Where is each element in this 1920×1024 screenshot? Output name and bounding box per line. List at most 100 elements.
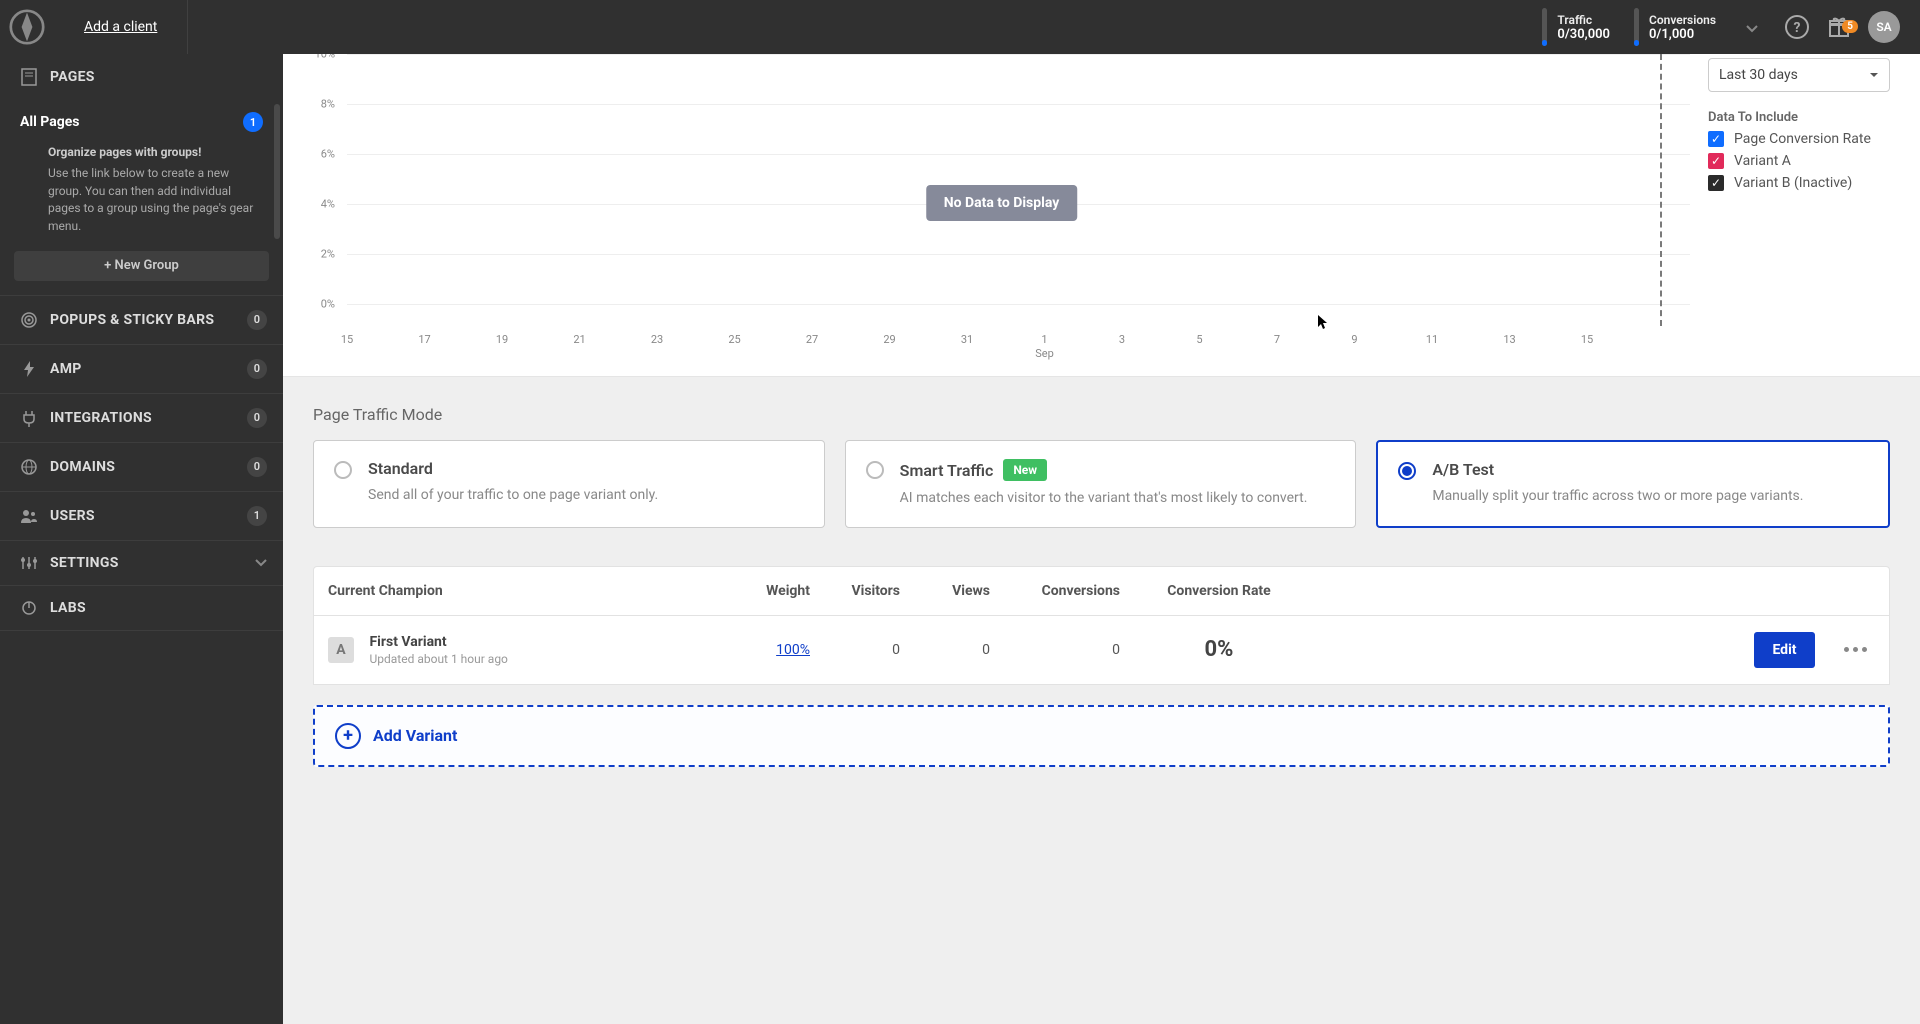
sidebar-item-integrations[interactable]: INTEGRATIONS 0 bbox=[0, 394, 283, 442]
sidebar: PAGES All Pages 1 Organize pages with gr… bbox=[0, 54, 283, 1024]
add-variant-button[interactable]: + Add Variant bbox=[313, 705, 1890, 767]
chevron-down-icon bbox=[255, 555, 267, 571]
yaxis-tick: 10% bbox=[315, 54, 335, 61]
cell-rate: 0% bbox=[1205, 637, 1234, 662]
svg-text:?: ? bbox=[1794, 20, 1801, 36]
traffic-mode-title: Page Traffic Mode bbox=[313, 405, 1890, 424]
th-views: Views bbox=[914, 567, 1004, 615]
month-label: Sep bbox=[1035, 347, 1054, 360]
sidebar-item-label: AMP bbox=[50, 361, 247, 377]
conversions-bar-icon bbox=[1634, 8, 1639, 46]
xaxis-tick: 27 bbox=[806, 333, 818, 346]
metrics-dropdown-icon[interactable] bbox=[1746, 18, 1758, 37]
conversions-label: Conversions bbox=[1649, 13, 1716, 27]
th-champion: Current Champion bbox=[314, 567, 734, 615]
date-range-value: Last 30 days bbox=[1719, 67, 1798, 83]
data-include-label: Data To Include bbox=[1708, 110, 1890, 125]
xaxis-tick: 23 bbox=[651, 333, 663, 346]
new-group-button[interactable]: + New Group bbox=[14, 251, 269, 281]
conversions-metric: Conversions 0/1,000 bbox=[1622, 0, 1728, 54]
include-checkbox-row[interactable]: ✓ Page Conversion Rate bbox=[1708, 131, 1890, 147]
weight-link[interactable]: 100% bbox=[776, 642, 810, 658]
xaxis-tick: 9 bbox=[1351, 333, 1357, 346]
traffic-bar-icon bbox=[1542, 8, 1547, 46]
checkbox-icon: ✓ bbox=[1708, 131, 1724, 147]
chart-area: 10% 8% 6% 4% 2% 0% 1517192123252729311Se… bbox=[283, 54, 1920, 377]
date-range-select[interactable]: Last 30 days bbox=[1708, 58, 1890, 92]
new-badge: New bbox=[1003, 459, 1047, 481]
domains-count: 0 bbox=[247, 457, 267, 477]
conversions-value: 0/1,000 bbox=[1649, 27, 1716, 42]
xaxis-tick: 31 bbox=[961, 333, 973, 346]
sidebar-item-domains[interactable]: DOMAINS 0 bbox=[0, 443, 283, 491]
xaxis-tick: 7 bbox=[1274, 333, 1280, 346]
popups-count: 0 bbox=[247, 310, 267, 330]
edit-button[interactable]: Edit bbox=[1754, 632, 1814, 668]
mode-card-desc: Manually split your traffic across two o… bbox=[1432, 487, 1803, 507]
gift-button[interactable]: 5 bbox=[1818, 15, 1860, 39]
mode-card-smart-traffic[interactable]: Smart Traffic New AI matches each visito… bbox=[845, 440, 1357, 528]
traffic-metric: Traffic 0/30,000 bbox=[1530, 0, 1622, 54]
radio-icon bbox=[866, 461, 884, 479]
divider bbox=[187, 0, 188, 54]
sidebar-item-pages[interactable]: PAGES bbox=[0, 54, 283, 100]
xaxis-tick: 11 bbox=[1426, 333, 1438, 346]
cell-conversions: 0 bbox=[1004, 626, 1134, 674]
xaxis-tick: 15 bbox=[341, 333, 353, 346]
traffic-label: Traffic bbox=[1557, 13, 1610, 27]
variants-table: Current Champion Weight Visitors Views C… bbox=[313, 566, 1890, 685]
xaxis-tick: 13 bbox=[1503, 333, 1515, 346]
help-button[interactable]: ? bbox=[1776, 14, 1818, 40]
sidebar-item-labs[interactable]: LABS bbox=[0, 586, 283, 630]
cell-visitors: 0 bbox=[824, 626, 914, 674]
main-content: 10% 8% 6% 4% 2% 0% 1517192123252729311Se… bbox=[283, 54, 1920, 1024]
target-icon bbox=[16, 311, 42, 329]
xaxis-tick: 1 bbox=[1041, 333, 1047, 346]
xaxis-tick: 19 bbox=[496, 333, 508, 346]
include-checkbox-row[interactable]: ✓Variant B (Inactive) bbox=[1708, 175, 1890, 191]
power-icon bbox=[16, 600, 42, 616]
radio-icon bbox=[334, 461, 352, 479]
mode-card-title: Standard bbox=[368, 459, 658, 478]
sidebar-item-users[interactable]: USERS 1 bbox=[0, 492, 283, 540]
sidebar-item-popups[interactable]: POPUPS & STICKY BARS 0 bbox=[0, 296, 283, 344]
xaxis-tick: 21 bbox=[573, 333, 585, 346]
help-icon: ? bbox=[1784, 14, 1810, 40]
traffic-mode-section: Page Traffic Mode Standard Send all of y… bbox=[283, 377, 1920, 556]
sidebar-all-pages[interactable]: All Pages 1 bbox=[0, 100, 283, 144]
checkbox-icon: ✓ bbox=[1708, 175, 1724, 191]
th-weight: Weight bbox=[734, 567, 824, 615]
avatar[interactable]: SA bbox=[1868, 11, 1900, 43]
include-checkbox-row[interactable]: ✓ Variant A bbox=[1708, 153, 1890, 169]
table-row: A First Variant Updated about 1 hour ago… bbox=[314, 616, 1889, 684]
traffic-value: 0/30,000 bbox=[1557, 27, 1610, 42]
include-label: Page Conversion Rate bbox=[1734, 131, 1871, 147]
sidebar-item-label: SETTINGS bbox=[50, 555, 255, 571]
sidebar-item-settings[interactable]: SETTINGS bbox=[0, 541, 283, 585]
more-actions-button[interactable] bbox=[1836, 639, 1875, 660]
chart-plot: 10% 8% 6% 4% 2% 0% 1517192123252729311Se… bbox=[313, 54, 1690, 364]
th-visitors: Visitors bbox=[824, 567, 914, 615]
mode-card-ab-test[interactable]: A/B Test Manually split your traffic acr… bbox=[1376, 440, 1890, 528]
yaxis-tick: 2% bbox=[321, 248, 335, 261]
xaxis-tick: 29 bbox=[883, 333, 895, 346]
yaxis-tick: 6% bbox=[321, 148, 335, 161]
integrations-count: 0 bbox=[247, 408, 267, 428]
yaxis-tick: 8% bbox=[321, 98, 335, 111]
include-label: Variant A bbox=[1734, 153, 1791, 169]
users-icon bbox=[16, 508, 42, 524]
sidebar-item-label: LABS bbox=[50, 600, 267, 616]
logo[interactable] bbox=[0, 9, 54, 45]
add-variant-label: Add Variant bbox=[373, 726, 457, 745]
sidebar-item-amp[interactable]: AMP 0 bbox=[0, 345, 283, 393]
mode-card-standard[interactable]: Standard Send all of your traffic to one… bbox=[313, 440, 825, 528]
sidebar-item-label: DOMAINS bbox=[50, 459, 247, 475]
mode-card-title: A/B Test bbox=[1432, 460, 1803, 479]
add-client-link[interactable]: Add a client bbox=[84, 19, 157, 35]
sidebar-item-label: POPUPS & STICKY BARS bbox=[50, 312, 247, 328]
globe-icon bbox=[16, 458, 42, 476]
checkbox-icon: ✓ bbox=[1708, 153, 1724, 169]
chevron-down-icon bbox=[1869, 72, 1879, 78]
plug-icon bbox=[16, 409, 42, 427]
all-pages-count: 1 bbox=[243, 112, 263, 132]
